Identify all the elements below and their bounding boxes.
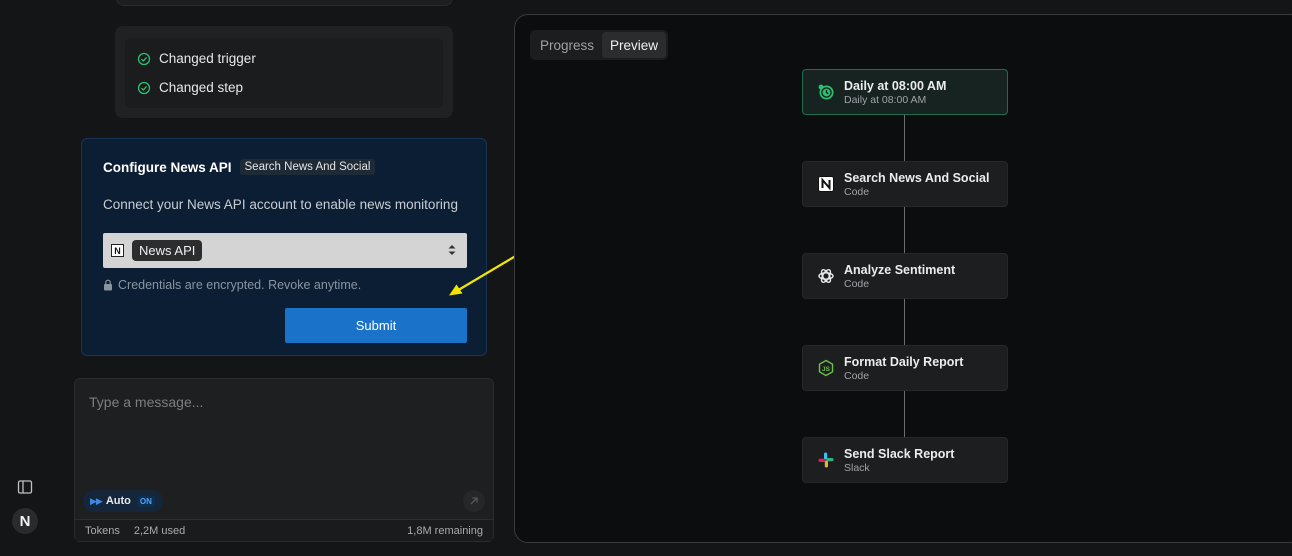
fast-forward-icon: ▶▶ (90, 495, 103, 506)
check-circle-icon (137, 81, 151, 94)
svg-text:JS: JS (822, 366, 831, 373)
step-tag: Search News And Social (239, 159, 376, 175)
node-title: Search News And Social (844, 170, 990, 185)
change-label: Changed trigger (159, 51, 256, 66)
lock-icon (104, 279, 112, 291)
config-description: Connect your News API account to enable … (103, 197, 458, 212)
annotation-arrow-icon (449, 253, 520, 296)
flow-connector (904, 207, 905, 254)
send-button[interactable] (463, 490, 485, 512)
config-title: Configure News API (103, 159, 232, 175)
change-item: Changed step (135, 73, 433, 102)
change-item: Changed trigger (135, 44, 433, 73)
workflow-node-analyze-sentiment[interactable]: Analyze Sentiment Code (802, 253, 1008, 299)
tokens-used: 2,2M used (133, 524, 186, 537)
node-subtitle: Slack (844, 461, 870, 474)
previous-message-card (116, 0, 453, 6)
flow-connector (904, 391, 905, 438)
send-arrow-icon (470, 497, 478, 505)
config-header: Configure News API Search News And Socia… (103, 159, 376, 175)
token-usage-bar: Tokens 2,2M used 1,8M remaining (75, 519, 493, 541)
node-subtitle: Daily at 08:00 AM (844, 93, 927, 106)
clock-icon (817, 83, 835, 101)
node-title: Daily at 08:00 AM (844, 78, 947, 93)
node-title: Analyze Sentiment (844, 262, 956, 277)
tokens-remaining: 1,8M remaining (407, 524, 483, 537)
slack-icon (817, 451, 835, 469)
tab-preview[interactable]: Preview (602, 32, 667, 58)
credential-select[interactable]: N News API (103, 233, 467, 268)
message-input[interactable] (75, 379, 493, 479)
workflow-node-search-news[interactable]: Search News And Social Code (802, 161, 1008, 207)
flow-connector (904, 115, 905, 162)
auto-state-badge: ON (136, 495, 155, 507)
auto-mode-toggle[interactable]: ▶▶ Auto ON (83, 490, 163, 512)
message-composer: ▶▶ Auto ON Tokens 2,2M used 1,8M remaini… (74, 378, 494, 542)
workflow-node-trigger[interactable]: Daily at 08:00 AM Daily at 08:00 AM (802, 69, 1008, 115)
change-label: Changed step (159, 80, 244, 95)
workflow-node-send-slack[interactable]: Send Slack Report Slack (802, 437, 1008, 483)
security-note-text: Credentials are encrypted. Revoke anytim… (118, 278, 362, 292)
changes-list: Changed trigger Changed step (125, 38, 443, 108)
credential-select-value: News API (132, 240, 203, 261)
node-title: Send Slack Report (844, 446, 955, 461)
node-title: Format Daily Report (844, 354, 964, 369)
notion-icon: N (111, 244, 124, 257)
security-note: Credentials are encrypted. Revoke anytim… (103, 278, 361, 292)
node-subtitle: Code (844, 369, 870, 382)
openai-icon (817, 267, 835, 285)
panel-tabs: Progress Preview (530, 30, 669, 60)
sidebar-toggle-icon[interactable] (17, 479, 33, 495)
changes-card: Changed trigger Changed step (115, 26, 453, 118)
configure-credentials-card: Configure News API Search News And Socia… (81, 138, 487, 356)
tokens-label: Tokens (85, 524, 120, 537)
avatar[interactable]: N (12, 508, 38, 534)
submit-button[interactable]: Submit (285, 308, 467, 343)
workflow-preview-panel: Progress Preview Daily at 08:00 AM Daily… (514, 14, 1292, 543)
auto-label: Auto (105, 495, 131, 507)
nodejs-icon: JS (817, 359, 835, 377)
node-subtitle: Code (844, 185, 870, 198)
notion-icon (817, 175, 835, 193)
check-circle-icon (137, 52, 151, 65)
flow-connector (904, 299, 905, 346)
tab-progress[interactable]: Progress (532, 32, 602, 58)
workflow-node-format-report[interactable]: JS Format Daily Report Code (802, 345, 1008, 391)
node-subtitle: Code (844, 277, 870, 290)
